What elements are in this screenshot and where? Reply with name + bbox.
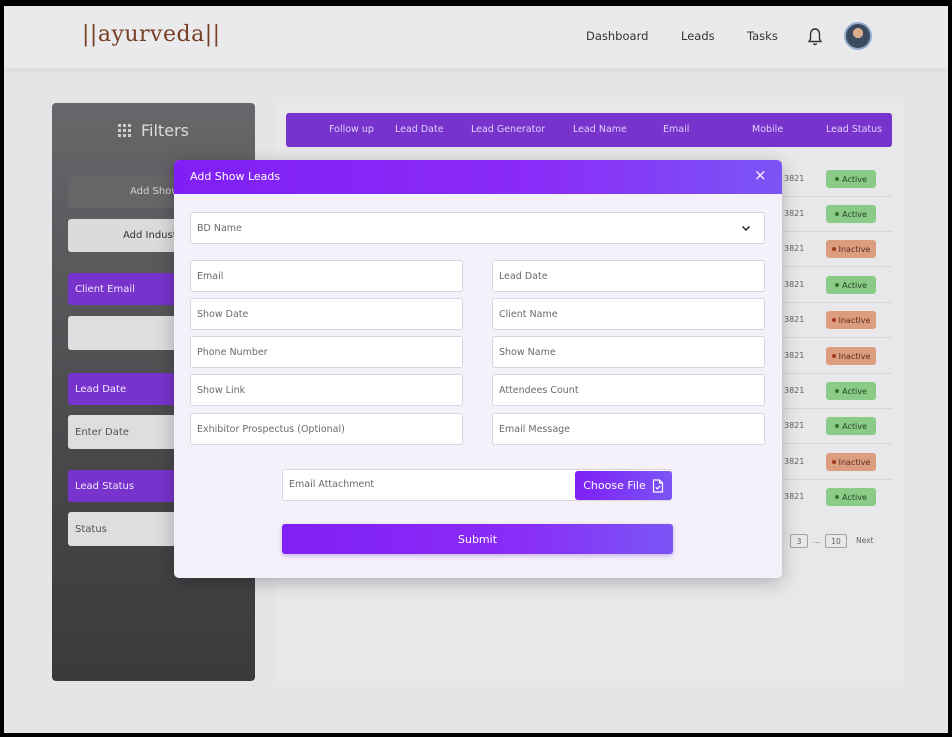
attendees-count-field[interactable]: Attendees Count bbox=[492, 374, 765, 406]
close-icon[interactable]: × bbox=[754, 168, 767, 183]
exhibitor-prospectus-field[interactable]: Exhibitor Prospectus (Optional) bbox=[190, 413, 463, 445]
email-message-field[interactable]: Email Message bbox=[492, 413, 765, 445]
show-date-field[interactable]: Show Date bbox=[190, 298, 463, 330]
phone-number-field[interactable]: Phone Number bbox=[190, 336, 463, 368]
show-link-field[interactable]: Show Link bbox=[190, 374, 463, 406]
app-window: ||ayurveda|| Dashboard Leads Tasks Filte… bbox=[4, 6, 948, 733]
lead-date-field[interactable]: Lead Date bbox=[492, 260, 765, 292]
choose-file-label: Choose File bbox=[583, 479, 646, 492]
email-field[interactable]: Email bbox=[190, 260, 463, 292]
email-attachment-placeholder: Email Attachment bbox=[289, 479, 375, 490]
modal-title: Add Show Leads bbox=[190, 170, 281, 183]
add-show-leads-modal: Add Show Leads × BD Name Email Show Date… bbox=[174, 160, 782, 578]
chevron-down-icon bbox=[741, 225, 751, 232]
show-name-field[interactable]: Show Name bbox=[492, 336, 765, 368]
file-check-icon bbox=[652, 478, 663, 493]
submit-button[interactable]: Submit bbox=[282, 524, 673, 554]
client-name-field[interactable]: Client Name bbox=[492, 298, 765, 330]
modal-header: Add Show Leads × bbox=[174, 160, 782, 194]
bd-name-placeholder: BD Name bbox=[197, 222, 242, 234]
email-attachment-field[interactable]: Email Attachment Choose File bbox=[282, 469, 672, 501]
choose-file-button[interactable]: Choose File bbox=[575, 471, 672, 500]
bd-name-select[interactable]: BD Name bbox=[190, 212, 765, 244]
